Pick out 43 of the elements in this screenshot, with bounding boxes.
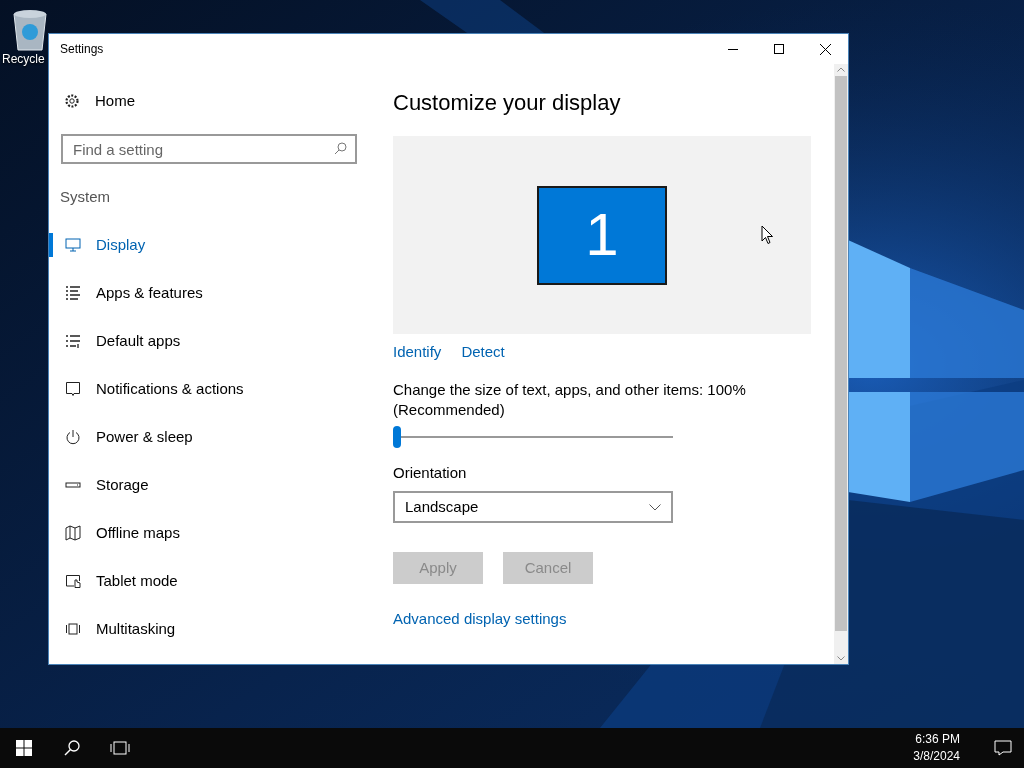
mouse-pointer-icon — [761, 225, 774, 245]
page-heading: Customize your display — [393, 89, 621, 117]
clock-date: 3/8/2024 — [913, 748, 960, 765]
windows-logo-icon — [16, 740, 32, 756]
display-link[interactable]: Detect — [461, 342, 505, 362]
close-icon — [819, 43, 831, 55]
scrollbar[interactable] — [834, 64, 848, 664]
chevron-down-icon — [649, 503, 661, 511]
selection-bar — [49, 233, 53, 257]
gear-icon — [64, 93, 80, 109]
window-icon — [65, 621, 81, 637]
scroll-thumb[interactable] — [835, 76, 847, 631]
desktop-icon-label: Recycle — [2, 52, 45, 66]
recycle-bin-icon[interactable] — [10, 8, 50, 52]
search-icon[interactable] — [334, 142, 347, 155]
search-field[interactable]: Find a setting — [61, 134, 357, 164]
display-link[interactable]: Identify — [393, 342, 442, 362]
home-nav-item[interactable]: Home — [64, 77, 135, 125]
power-icon — [65, 429, 81, 445]
slider-thumb[interactable] — [393, 426, 401, 448]
scroll-down-icon[interactable] — [837, 656, 845, 661]
scroll-up-icon[interactable] — [837, 67, 845, 72]
speech-bubble-icon — [994, 740, 1012, 756]
list-icon — [65, 285, 81, 301]
monitor-number: 1 — [585, 205, 619, 265]
task-view-icon — [110, 741, 130, 755]
search-icon — [64, 740, 80, 756]
window-title: Settings — [59, 41, 105, 58]
clock[interactable]: 6:36 PM 3/8/2024 — [913, 731, 960, 765]
section-label: System — [60, 187, 111, 207]
speech-bubble-icon — [65, 381, 81, 397]
orientation-label: Orientation — [393, 463, 467, 483]
list-icon — [65, 333, 81, 349]
monitor-tile[interactable]: 1 — [537, 185, 667, 285]
scale-label: Change the size of text, apps, and other items: 100% (Recommended) — [393, 380, 747, 420]
display-icon — [65, 237, 81, 253]
advanced-display-settings-link[interactable]: Advanced display settings — [393, 609, 567, 629]
scale-slider[interactable] — [393, 426, 673, 448]
orientation-dropdown[interactable]: Landscape — [393, 491, 673, 523]
maximize-icon — [774, 44, 784, 54]
tablet-icon — [65, 573, 81, 589]
map-icon — [65, 525, 81, 541]
clock-time: 6:36 PM — [915, 731, 960, 748]
